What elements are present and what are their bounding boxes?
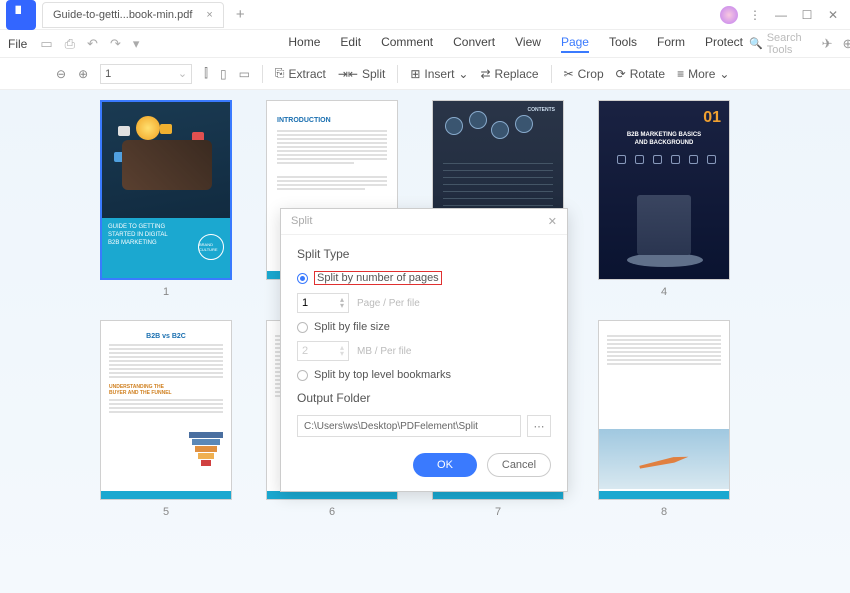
- thumb-number: 6: [329, 506, 335, 518]
- single-page-icon[interactable]: ▭: [239, 67, 250, 81]
- replace-icon: ⇄: [480, 67, 490, 81]
- insert-icon: ⊞: [410, 67, 420, 81]
- pages-number-input[interactable]: 1 ▴▾: [297, 293, 349, 313]
- cloud-icon[interactable]: ⊕: [842, 36, 850, 52]
- close-tab-icon[interactable]: ×: [206, 9, 212, 21]
- rotate-button[interactable]: ⟳Rotate: [616, 67, 665, 81]
- extract-icon: ⎘: [275, 66, 285, 81]
- dialog-close-icon[interactable]: ✕: [548, 215, 557, 228]
- split-type-label: Split Type: [297, 247, 551, 261]
- tab-edit[interactable]: Edit: [340, 35, 361, 53]
- document-tab[interactable]: Guide-to-getti...book-min.pdf ×: [42, 2, 224, 28]
- stepper-icon: ▴▾: [340, 345, 344, 356]
- dialog-title: Split: [291, 215, 312, 228]
- close-window-icon[interactable]: ✕: [822, 4, 844, 26]
- split-by-pages-label: Split by number of pages: [314, 271, 442, 285]
- file-menu[interactable]: File: [8, 37, 27, 51]
- extract-button[interactable]: ⎘Extract: [275, 66, 326, 81]
- more-icon: ≡: [677, 67, 684, 81]
- page-toolbar: ⊖ ⊕ 1 ⌄ ⫿ ▯ ▭ ⎘Extract ⇥⇤Split ⊞Insert⌄ …: [0, 58, 850, 90]
- output-folder-input[interactable]: C:\Users\ws\Desktop\PDFelement\Split: [297, 415, 521, 437]
- split-by-bookmarks-label: Split by top level bookmarks: [314, 369, 451, 381]
- radio-off-icon: [297, 322, 308, 333]
- tab-convert[interactable]: Convert: [453, 35, 495, 53]
- menubar: File ▭ ⎙ ↶ ↷ ▾ Home Edit Comment Convert…: [0, 30, 850, 58]
- split-button[interactable]: ⇥⇤Split: [338, 67, 385, 81]
- page-thumbnail-8[interactable]: [598, 320, 730, 500]
- search-placeholder: Search Tools: [767, 32, 802, 56]
- fit-width-icon[interactable]: ⫿: [204, 66, 208, 81]
- page-thumbnail-4[interactable]: 01 B2B MARKETING BASICS AND BACKGROUND: [598, 100, 730, 280]
- cancel-button[interactable]: Cancel: [487, 453, 551, 477]
- dropdown-icon[interactable]: ▾: [130, 36, 143, 52]
- crop-button[interactable]: ✂Crop: [564, 67, 604, 81]
- thumb-number: 8: [661, 506, 667, 518]
- chevron-down-icon: ⌄: [719, 67, 729, 81]
- tab-page[interactable]: Page: [561, 35, 589, 53]
- split-by-pages-radio[interactable]: Split by number of pages: [297, 271, 551, 285]
- fit-page-icon[interactable]: ▯: [220, 67, 227, 81]
- save-icon[interactable]: ▭: [37, 36, 55, 52]
- size-number-input: 2 ▴▾: [297, 341, 349, 361]
- split-dialog: Split ✕ Split Type Split by number of pa…: [280, 208, 568, 492]
- replace-button[interactable]: ⇄Replace: [480, 67, 538, 81]
- crop-icon: ✂: [564, 67, 574, 81]
- thumb-number: 4: [661, 286, 667, 298]
- minimize-icon[interactable]: —: [770, 4, 792, 26]
- page-thumbnail-1[interactable]: GUIDE TO GETTING STARTED IN DIGITAL B2B …: [100, 100, 232, 280]
- ok-button[interactable]: OK: [413, 453, 477, 477]
- search-tools[interactable]: 🔍 Search Tools: [749, 32, 802, 56]
- zoom-in-icon[interactable]: ⊕: [78, 67, 88, 81]
- menu-tabs: Home Edit Comment Convert View Page Tool…: [288, 35, 743, 53]
- thumb-number: 1: [163, 286, 169, 298]
- tab-tools[interactable]: Tools: [609, 35, 637, 53]
- thumb-number: 7: [495, 506, 501, 518]
- search-icon: 🔍: [749, 37, 763, 50]
- tab-filename: Guide-to-getti...book-min.pdf: [53, 9, 192, 21]
- rotate-icon: ⟳: [616, 67, 626, 81]
- tab-view[interactable]: View: [515, 35, 541, 53]
- page-thumbnail-5[interactable]: B2B vs B2C UNDERSTANDING THE BUYER AND T…: [100, 320, 232, 500]
- radio-on-icon: [297, 273, 308, 284]
- app-icon: ▘: [6, 0, 36, 30]
- split-icon: ⇥⇤: [338, 67, 358, 81]
- split-by-bookmarks-radio[interactable]: Split by top level bookmarks: [297, 369, 551, 381]
- tab-form[interactable]: Form: [657, 35, 685, 53]
- kebab-icon[interactable]: ⋮: [744, 4, 766, 26]
- chevron-down-icon: ⌄: [458, 67, 468, 81]
- redo-icon[interactable]: ↷: [107, 36, 124, 52]
- split-by-size-radio[interactable]: Split by file size: [297, 321, 551, 333]
- pages-unit-label: Page / Per file: [357, 298, 420, 309]
- tab-protect[interactable]: Protect: [705, 35, 743, 53]
- tab-home[interactable]: Home: [288, 35, 320, 53]
- radio-off-icon: [297, 370, 308, 381]
- tab-comment[interactable]: Comment: [381, 35, 433, 53]
- add-tab-icon[interactable]: +: [236, 6, 245, 23]
- user-avatar[interactable]: [720, 6, 738, 24]
- maximize-icon[interactable]: ☐: [796, 4, 818, 26]
- chevron-down-icon: ⌄: [178, 67, 187, 80]
- stepper-icon[interactable]: ▴▾: [340, 297, 344, 308]
- undo-icon[interactable]: ↶: [84, 36, 101, 52]
- more-button[interactable]: ≡More⌄: [677, 67, 729, 81]
- send-icon[interactable]: ✈: [822, 36, 833, 52]
- output-folder-label: Output Folder: [297, 391, 551, 405]
- browse-folder-button[interactable]: ⋯: [527, 415, 551, 437]
- titlebar: ▘ Guide-to-getti...book-min.pdf × + ⋮ — …: [0, 0, 850, 30]
- zoom-out-icon[interactable]: ⊖: [56, 67, 66, 81]
- thumb-number: 5: [163, 506, 169, 518]
- insert-button[interactable]: ⊞Insert⌄: [410, 67, 468, 81]
- size-unit-label: MB / Per file: [357, 346, 411, 357]
- split-by-size-label: Split by file size: [314, 321, 390, 333]
- page-number-input[interactable]: 1 ⌄: [100, 64, 192, 84]
- print-icon[interactable]: ⎙: [62, 36, 78, 52]
